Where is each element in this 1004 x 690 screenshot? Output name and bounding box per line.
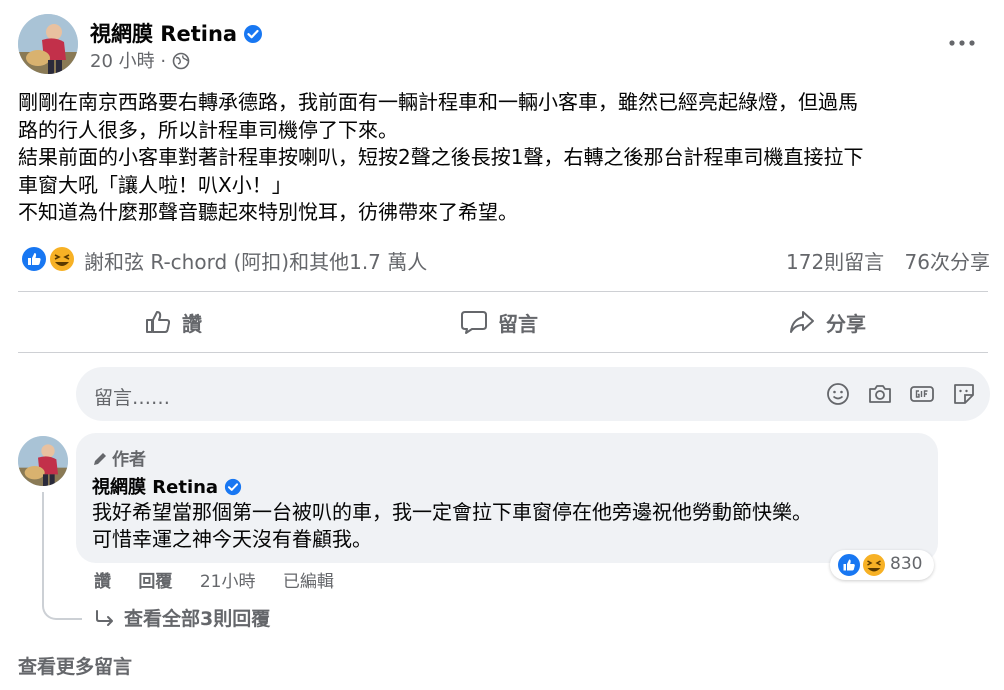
- comment-tools: [810, 380, 978, 408]
- post-time[interactable]: 20 小時: [90, 51, 155, 72]
- pencil-icon: [94, 453, 106, 465]
- sticker-icon[interactable]: [950, 380, 978, 408]
- post-body-line: 剛剛在南京西路要右轉承德路，我前面有一輛計程車和一輛小客車，雖然已經亮起綠燈，但…: [18, 90, 858, 114]
- comment-text-line: 可惜幸運之神今天沒有眷顧我。: [92, 527, 372, 551]
- more-icon[interactable]: [948, 36, 976, 50]
- gif-icon[interactable]: [908, 380, 936, 408]
- share-label: 分享: [826, 311, 866, 336]
- comment-text: 我好希望當那個第一台被叭的車，我一定會拉下車窗停在他旁邊祝他勞動節快樂。 可惜幸…: [92, 499, 812, 553]
- post-body: 剛剛在南京西路要右轉承德路，我前面有一輛計程車和一輛小客車，雖然已經亮起綠燈，但…: [18, 89, 988, 227]
- like-label: 讚: [182, 311, 202, 336]
- comment-button[interactable]: 留言: [460, 298, 538, 346]
- like-button[interactable]: 讚: [144, 298, 202, 346]
- meta-separator: ·: [160, 51, 167, 72]
- verified-icon: [244, 25, 263, 43]
- post-meta: 20 小時 ·: [90, 47, 190, 73]
- thumb-icon: [146, 311, 171, 333]
- comment-text-line: 我好希望當那個第一台被叭的車，我一定會拉下車窗停在他旁邊祝他勞動節快樂。: [92, 500, 812, 524]
- comment-avatar[interactable]: [18, 436, 68, 486]
- comment-icon: [461, 311, 487, 334]
- share-button[interactable]: 分享: [788, 298, 866, 346]
- post-body-line: 車窗大吼「讓人啦！叭X小！」: [18, 172, 292, 197]
- comment-reply-button[interactable]: 回覆: [138, 572, 172, 592]
- post-header: 視網膜 Retina 20 小時 ·: [18, 14, 986, 76]
- reactions-names[interactable]: 謝和弦 R-chord (阿扣)和其他1.7 萬人: [84, 246, 427, 275]
- post-body-line: 結果前面的小客車對著計程車按喇叭，短按2聲之後長按1聲，右轉之後那台計程車司機直…: [18, 145, 864, 169]
- post-stats: 172則留言 76次分享: [772, 246, 990, 275]
- comment-reaction-number: 830: [890, 554, 923, 574]
- reaction-icons[interactable]: [20, 245, 76, 273]
- comment-like-button[interactable]: 讚: [94, 572, 111, 592]
- post-body-line: 不知道為什麼那聲音聽起來特別悅耳，彷彿帶來了希望。: [18, 200, 518, 224]
- comment-author-label[interactable]: 視網膜 Retina: [92, 477, 218, 498]
- share-icon: [790, 311, 814, 333]
- emoji-icon[interactable]: [824, 380, 852, 408]
- comment-edited[interactable]: 已編輯: [283, 572, 334, 592]
- comment-time[interactable]: 21小時: [200, 572, 256, 592]
- reactions-summary: 謝和弦 R-chord (阿扣)和其他1.7 萬人 172則留言 76次分享: [20, 245, 990, 275]
- divider: [18, 352, 988, 353]
- post-body-line: 路的行人很多，所以計程車司機停了下來。: [18, 117, 398, 142]
- view-replies-label: 查看全部3則回覆: [124, 608, 271, 630]
- comment-bubble: 作者 視網膜 Retina 我好希望當那個第一台被叭的車，我一定會拉下車窗停在他…: [76, 433, 938, 563]
- comments-count[interactable]: 172則留言: [786, 250, 884, 274]
- author-badge: 作者: [92, 445, 146, 470]
- post-action-bar: 讚 留言 分享: [18, 298, 988, 346]
- comment-input[interactable]: 留言……: [76, 367, 990, 421]
- author-avatar[interactable]: [18, 14, 78, 74]
- comment-reaction-icons: [836, 552, 887, 578]
- view-replies-link[interactable]: 查看全部3則回覆: [94, 604, 270, 631]
- comment-label: 留言: [498, 311, 538, 336]
- globe-icon: [172, 52, 190, 70]
- reply-arrow-icon: [96, 610, 113, 626]
- verified-icon: [224, 478, 242, 496]
- comment-reaction-count[interactable]: 830: [830, 550, 934, 580]
- comment-actions: 讚 回覆 21小時 已編輯: [94, 567, 356, 592]
- like-reaction-icon: [836, 552, 862, 578]
- shares-count[interactable]: 76次分享: [905, 250, 990, 274]
- comment-author-name[interactable]: 視網膜 Retina: [92, 473, 242, 499]
- comment-input-placeholder: 留言……: [94, 387, 171, 409]
- divider: [18, 291, 988, 292]
- post-author-name[interactable]: 視網膜 Retina: [90, 18, 263, 48]
- haha-reaction-icon: [48, 245, 76, 273]
- camera-icon[interactable]: [866, 380, 894, 408]
- view-more-comments-link[interactable]: 查看更多留言: [18, 652, 132, 679]
- author-badge-label: 作者: [112, 450, 146, 470]
- like-reaction-icon: [20, 245, 48, 273]
- post-author-label[interactable]: 視網膜 Retina: [90, 22, 237, 46]
- haha-reaction-icon: [861, 552, 887, 578]
